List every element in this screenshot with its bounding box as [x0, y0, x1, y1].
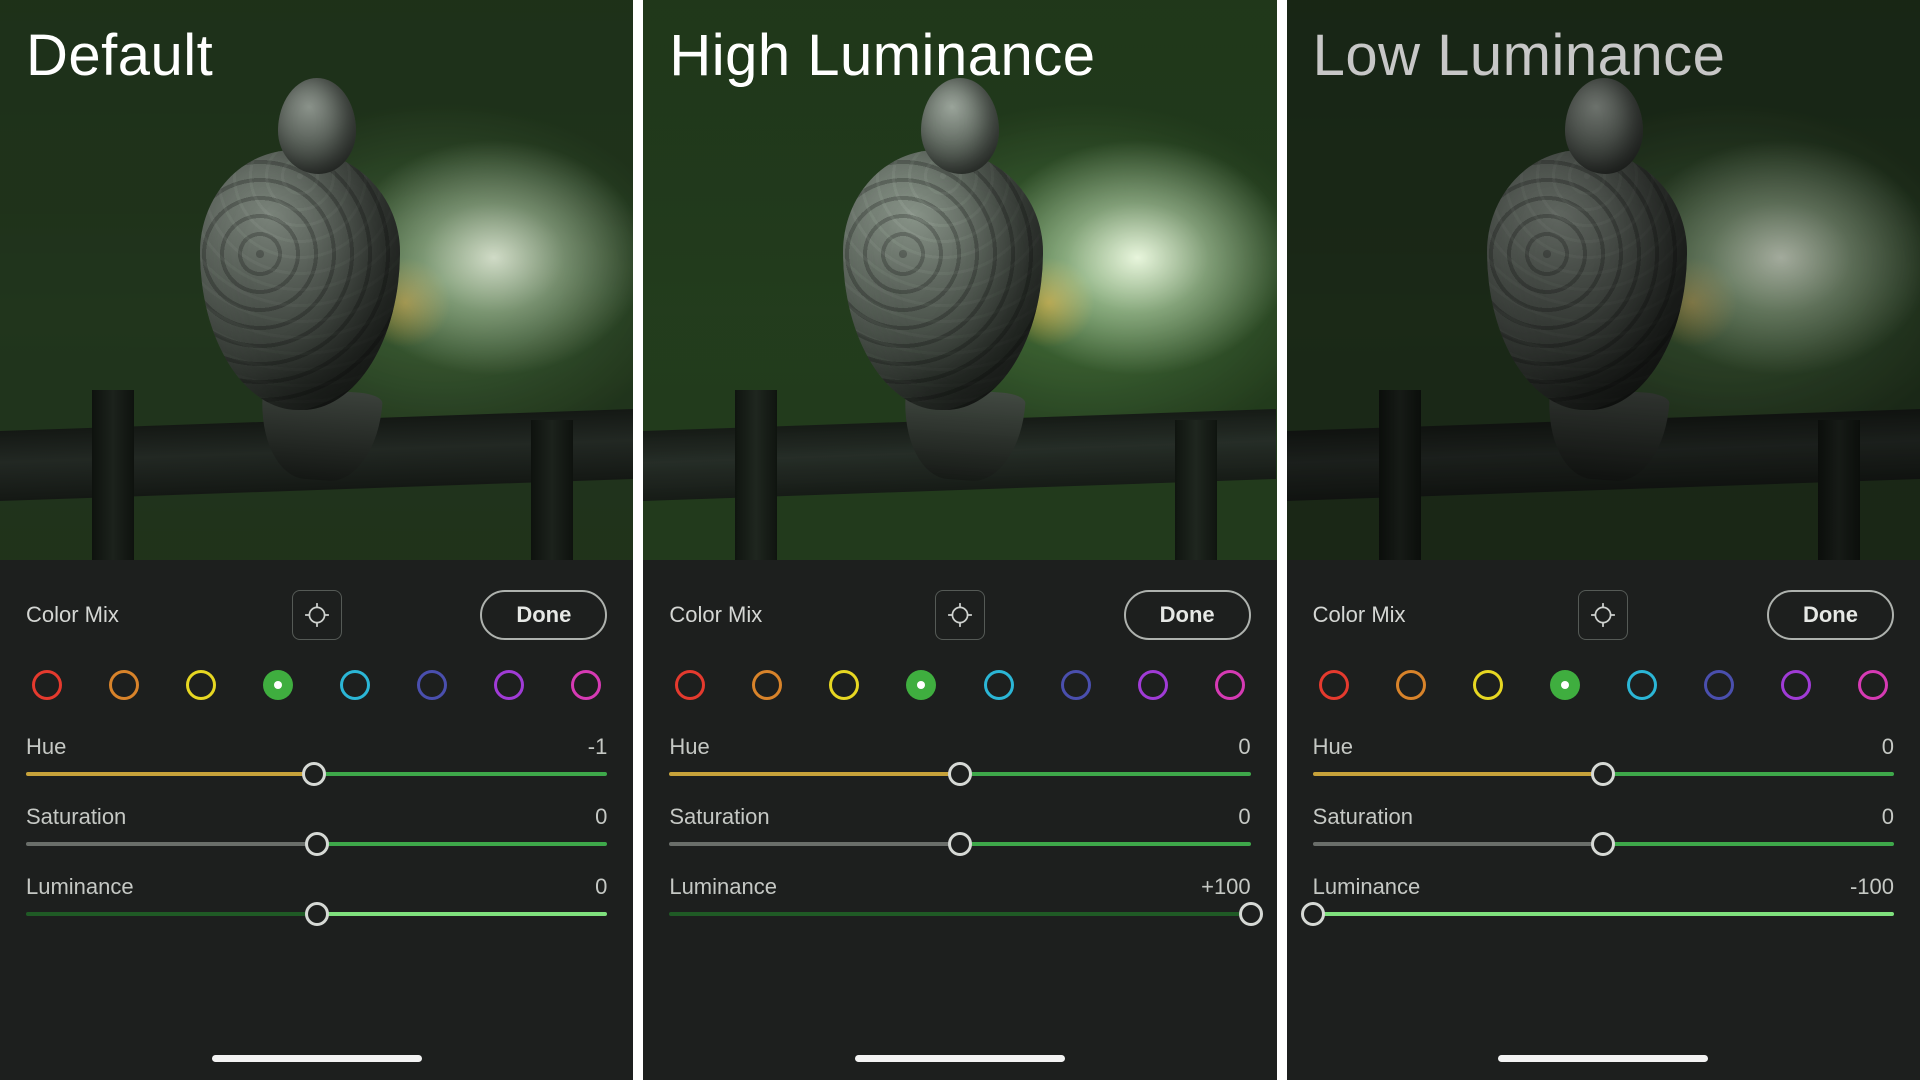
hue-slider-thumb[interactable]: [948, 762, 972, 786]
color-swatch-row: [669, 670, 1250, 700]
color-swatch-purple[interactable]: [1781, 670, 1811, 700]
panel-title: Color Mix: [669, 602, 762, 628]
color-swatch-red[interactable]: [1319, 670, 1349, 700]
hue-label: Hue: [26, 734, 66, 760]
preview-image: Default: [0, 0, 633, 560]
hue-slider-block: Hue -1: [26, 734, 607, 776]
saturation-label: Saturation: [1313, 804, 1413, 830]
saturation-label: Saturation: [26, 804, 126, 830]
editor-panel: Default Color Mix Done: [0, 0, 633, 1080]
hue-label: Hue: [669, 734, 709, 760]
luminance-slider-thumb[interactable]: [305, 902, 329, 926]
panel-title: Color Mix: [26, 602, 119, 628]
hue-slider[interactable]: [1313, 772, 1894, 776]
preview-image: High Luminance: [643, 0, 1276, 560]
hue-label: Hue: [1313, 734, 1353, 760]
editor-panel: Low Luminance Color Mix Done: [1287, 0, 1920, 1080]
saturation-label: Saturation: [669, 804, 769, 830]
panel-caption: Low Luminance: [1313, 22, 1726, 89]
color-swatch-row: [1313, 670, 1894, 700]
hue-value: -1: [588, 734, 608, 760]
panel-caption: High Luminance: [669, 22, 1095, 89]
color-swatch-magenta[interactable]: [571, 670, 601, 700]
luminance-value: +100: [1201, 874, 1251, 900]
luminance-value: 0: [595, 874, 607, 900]
luminance-label: Luminance: [26, 874, 134, 900]
luminance-slider-block: Luminance -100: [1313, 874, 1894, 916]
saturation-slider-block: Saturation 0: [669, 804, 1250, 846]
color-swatch-green[interactable]: [906, 670, 936, 700]
panel-title: Color Mix: [1313, 602, 1406, 628]
panel-caption: Default: [26, 22, 213, 89]
color-swatch-aqua[interactable]: [984, 670, 1014, 700]
target-icon: [1590, 602, 1616, 628]
luminance-label: Luminance: [669, 874, 777, 900]
done-button[interactable]: Done: [1767, 590, 1894, 640]
saturation-slider-thumb[interactable]: [305, 832, 329, 856]
color-swatch-orange[interactable]: [1396, 670, 1426, 700]
luminance-slider-block: Luminance 0: [26, 874, 607, 916]
luminance-value: -100: [1850, 874, 1894, 900]
color-mix-controls: Color Mix Done: [1287, 560, 1920, 1080]
luminance-slider-block: Luminance +100: [669, 874, 1250, 916]
saturation-value: 0: [1882, 804, 1894, 830]
hue-slider-thumb[interactable]: [302, 762, 326, 786]
color-swatch-yellow[interactable]: [186, 670, 216, 700]
color-swatch-blue[interactable]: [417, 670, 447, 700]
color-swatch-aqua[interactable]: [340, 670, 370, 700]
editor-panel: High Luminance Color Mix Done: [643, 0, 1276, 1080]
saturation-slider[interactable]: [26, 842, 607, 846]
color-swatch-blue[interactable]: [1061, 670, 1091, 700]
saturation-value: 0: [595, 804, 607, 830]
color-swatch-row: [26, 670, 607, 700]
color-swatch-purple[interactable]: [1138, 670, 1168, 700]
home-indicator[interactable]: [855, 1055, 1065, 1062]
color-swatch-orange[interactable]: [752, 670, 782, 700]
color-swatch-magenta[interactable]: [1858, 670, 1888, 700]
luminance-slider-thumb[interactable]: [1239, 902, 1263, 926]
hue-slider[interactable]: [669, 772, 1250, 776]
target-icon: [304, 602, 330, 628]
saturation-slider[interactable]: [1313, 842, 1894, 846]
hue-slider-block: Hue 0: [1313, 734, 1894, 776]
hue-value: 0: [1882, 734, 1894, 760]
color-mix-controls: Color Mix Done: [0, 560, 633, 1080]
hue-slider-block: Hue 0: [669, 734, 1250, 776]
saturation-slider-thumb[interactable]: [1591, 832, 1615, 856]
targeted-adjustment-button[interactable]: [1578, 590, 1628, 640]
done-button[interactable]: Done: [480, 590, 607, 640]
luminance-label: Luminance: [1313, 874, 1421, 900]
hue-value: 0: [1238, 734, 1250, 760]
color-mix-controls: Color Mix Done: [643, 560, 1276, 1080]
preview-image: Low Luminance: [1287, 0, 1920, 560]
target-icon: [947, 602, 973, 628]
color-swatch-yellow[interactable]: [829, 670, 859, 700]
luminance-slider-thumb[interactable]: [1301, 902, 1325, 926]
home-indicator[interactable]: [212, 1055, 422, 1062]
color-swatch-aqua[interactable]: [1627, 670, 1657, 700]
color-swatch-purple[interactable]: [494, 670, 524, 700]
saturation-slider-block: Saturation 0: [26, 804, 607, 846]
targeted-adjustment-button[interactable]: [935, 590, 985, 640]
targeted-adjustment-button[interactable]: [292, 590, 342, 640]
luminance-slider[interactable]: [26, 912, 607, 916]
luminance-slider[interactable]: [1313, 912, 1894, 916]
saturation-slider-block: Saturation 0: [1313, 804, 1894, 846]
hue-slider[interactable]: [26, 772, 607, 776]
saturation-value: 0: [1238, 804, 1250, 830]
color-swatch-blue[interactable]: [1704, 670, 1734, 700]
color-swatch-green[interactable]: [1550, 670, 1580, 700]
home-indicator[interactable]: [1498, 1055, 1708, 1062]
color-swatch-orange[interactable]: [109, 670, 139, 700]
luminance-slider[interactable]: [669, 912, 1250, 916]
color-swatch-yellow[interactable]: [1473, 670, 1503, 700]
hue-slider-thumb[interactable]: [1591, 762, 1615, 786]
color-swatch-magenta[interactable]: [1215, 670, 1245, 700]
done-button[interactable]: Done: [1124, 590, 1251, 640]
saturation-slider[interactable]: [669, 842, 1250, 846]
saturation-slider-thumb[interactable]: [948, 832, 972, 856]
color-swatch-red[interactable]: [675, 670, 705, 700]
color-swatch-green[interactable]: [263, 670, 293, 700]
color-swatch-red[interactable]: [32, 670, 62, 700]
